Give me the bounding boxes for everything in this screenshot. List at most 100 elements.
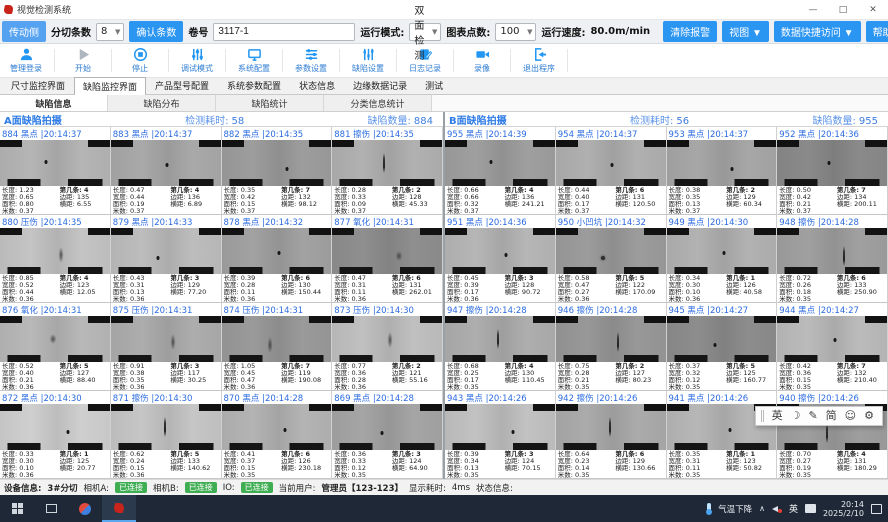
tray-expand-icon[interactable]: ∧ <box>759 504 765 513</box>
subtab-defect-info[interactable]: 缺陷信息 <box>0 95 108 111</box>
defect-cell[interactable]: 874 压伤 |20:14:31长度: 1.05宽度: 0.45面积: 0.47… <box>222 303 333 391</box>
tab-test[interactable]: 测试 <box>416 76 452 94</box>
weather-text[interactable]: 气温下降 <box>718 503 752 515</box>
defect-mark <box>284 428 287 432</box>
admin-login-button[interactable]: 管理登录 <box>0 44 52 77</box>
quick-access-menu-button[interactable]: 数据快捷访问 ▼ <box>774 21 861 42</box>
defect-cell[interactable]: 884 黑点 |20:14:37长度: 1.23宽度: 0.65面积: 0.80… <box>0 127 111 215</box>
defect-settings-button[interactable]: 缺陷设置 <box>342 44 394 77</box>
defect-cell[interactable]: 872 黑点 |20:14:30长度: 0.33宽度: 0.30面积: 0.10… <box>0 391 111 479</box>
drive-side-button[interactable]: 传动侧 <box>2 21 46 42</box>
defect-cell[interactable]: 948 擦伤 |20:14:28长度: 0.72宽度: 0.26面积: 0.18… <box>777 215 888 303</box>
log-record-button[interactable]: 日志记录 <box>399 44 451 77</box>
defect-cell[interactable]: 955 黑点 |20:14:39长度: 0.66宽度: 0.66面积: 0.32… <box>445 127 556 215</box>
tab-size-monitor[interactable]: 尺寸监控界面 <box>2 76 74 94</box>
defect-info: 长度: 0.37宽度: 0.32面积: 0.12米数: 0.35第几条: 5边距… <box>667 362 777 390</box>
tab-edge-data-record[interactable]: 边缘数据记录 <box>344 76 416 94</box>
close-icon[interactable]: ✕ <box>858 1 888 19</box>
defect-image <box>556 316 666 362</box>
speaker-icon[interactable] <box>772 504 782 513</box>
ime-night-mode-icon[interactable]: ☽ <box>791 409 801 423</box>
main-toolbar: 传动侧 分切条数 8 ▼ 确认条数 卷号 运行模式: 双面检测 ▼ 图表点数: … <box>0 20 888 44</box>
defect-cell[interactable]: 947 擦伤 |20:14:28长度: 0.68宽度: 0.25面积: 0.17… <box>445 303 556 391</box>
ime-tray-icon[interactable] <box>805 504 816 513</box>
defect-cell[interactable]: 943 黑点 |20:14:26长度: 0.39宽度: 0.34面积: 0.13… <box>445 391 556 479</box>
confirm-count-button[interactable]: 确认条数 <box>129 21 183 42</box>
tab-system-param-config[interactable]: 系统参数配置 <box>218 76 290 94</box>
defect-cell-header: 942 擦伤 |20:14:26 <box>556 391 666 404</box>
minimize-icon[interactable]: — <box>798 1 828 19</box>
defect-cell[interactable]: 946 擦伤 |20:14:28长度: 0.75宽度: 0.28面积: 0.21… <box>556 303 667 391</box>
notification-center-icon[interactable] <box>871 504 882 514</box>
film-edge-band <box>777 179 887 186</box>
defect-cell[interactable]: 881 擦伤 |20:14:35长度: 0.28宽度: 0.33面积: 0.09… <box>332 127 443 215</box>
defect-cell[interactable]: 880 压伤 |20:14:35长度: 0.85宽度: 0.52面积: 0.44… <box>0 215 111 303</box>
maximize-icon[interactable]: □ <box>828 1 858 19</box>
defect-cell[interactable]: 944 黑点 |20:14:27长度: 0.42宽度: 0.36面积: 0.15… <box>777 303 888 391</box>
parameter-settings-button[interactable]: 参数设置 <box>285 44 337 77</box>
tab-product-model-config[interactable]: 产品型号配置 <box>146 76 218 94</box>
camera-icon <box>475 47 490 62</box>
film-edge-band <box>777 267 887 274</box>
defect-cell[interactable]: 875 压伤 |20:14:31长度: 0.91宽度: 0.38面积: 0.35… <box>111 303 222 391</box>
taskbar-app-browser[interactable] <box>68 495 102 522</box>
defect-cell[interactable]: 945 黑点 |20:14:27长度: 0.37宽度: 0.32面积: 0.12… <box>667 303 778 391</box>
clear-alarm-button[interactable]: 清除报警 <box>663 21 717 42</box>
ime-settings-icon[interactable]: ⚙ <box>864 409 874 423</box>
recording-button[interactable]: 录像 <box>456 44 508 77</box>
slit-count-select[interactable]: 8 ▼ <box>96 23 124 41</box>
debug-mode-button[interactable]: 调试模式 <box>171 44 223 77</box>
ime-drag-handle[interactable] <box>761 410 764 422</box>
start-menu-button[interactable] <box>0 495 34 522</box>
ime-pen-input-icon[interactable]: ✎ <box>808 409 817 423</box>
input-language-indicator[interactable]: 英 <box>789 502 798 515</box>
taskbar-app-inspection[interactable] <box>102 495 136 522</box>
defect-cell[interactable]: 954 黑点 |20:14:37长度: 0.44宽度: 0.40面积: 0.17… <box>556 127 667 215</box>
ime-emoji-icon[interactable]: ☺ <box>845 409 856 423</box>
tab-defect-monitor[interactable]: 缺陷监控界面 <box>74 77 146 95</box>
run-mode-select[interactable]: 双面检测 ▼ <box>409 23 441 41</box>
defect-cell-header: 949 黑点 |20:14:30 <box>667 215 777 228</box>
defect-cell-header: 874 压伤 |20:14:31 <box>222 303 332 316</box>
ime-english-mode[interactable]: 英 <box>772 409 783 423</box>
defect-cell[interactable]: 869 黑点 |20:14:28长度: 0.36宽度: 0.33面积: 0.12… <box>332 391 443 479</box>
defect-image <box>332 404 442 450</box>
system-config-button[interactable]: 系统配置 <box>228 44 280 77</box>
start-button[interactable]: 开始 <box>57 44 109 77</box>
defect-cell[interactable]: 879 黑点 |20:14:33长度: 0.43宽度: 0.31面积: 0.13… <box>111 215 222 303</box>
taskbar-clock[interactable]: 20:14 2025/2/10 <box>823 500 864 518</box>
help-menu-button[interactable]: 帮助 ▼ <box>866 21 888 42</box>
defect-cell[interactable]: 949 黑点 |20:14:30长度: 0.34宽度: 0.30面积: 0.10… <box>667 215 778 303</box>
subtab-class-info-statistics[interactable]: 分类信息统计 <box>324 95 432 111</box>
defect-cell[interactable]: 941 黑点 |20:14:26长度: 0.35宽度: 0.31面积: 0.11… <box>667 391 778 479</box>
title-bar: 视觉检测系统 — □ ✕ <box>0 0 888 20</box>
stop-button[interactable]: 停止 <box>114 44 166 77</box>
defect-cell[interactable]: 878 黑点 |20:14:32长度: 0.39宽度: 0.28面积: 0.11… <box>222 215 333 303</box>
defect-cell-header: 883 黑点 |20:14:37 <box>111 127 221 140</box>
task-view-button[interactable] <box>34 495 68 522</box>
defect-cell[interactable]: 877 氧化 |20:14:31长度: 0.47宽度: 0.31面积: 0.11… <box>332 215 443 303</box>
chart-points-select[interactable]: 100 ▼ <box>495 23 536 41</box>
defect-cell[interactable]: 940 擦伤 |20:14:26长度: 0.70宽度: 0.27面积: 0.19… <box>777 391 888 479</box>
view-menu-button[interactable]: 视图 ▼ <box>722 21 769 42</box>
monitor-icon <box>247 47 262 62</box>
run-mode-value: 双面检测 <box>414 2 424 62</box>
defect-cell[interactable]: 871 擦伤 |20:14:30长度: 0.62宽度: 0.24面积: 0.15… <box>111 391 222 479</box>
defect-cell[interactable]: 882 黑点 |20:14:35长度: 0.35宽度: 0.42面积: 0.15… <box>222 127 333 215</box>
film-edge-band <box>0 228 110 235</box>
defect-cell[interactable]: 953 黑点 |20:14:37长度: 0.38宽度: 0.35面积: 0.13… <box>667 127 778 215</box>
defect-cell[interactable]: 951 黑点 |20:14:36长度: 0.45宽度: 0.39面积: 0.17… <box>445 215 556 303</box>
defect-cell[interactable]: 950 小凹坑 |20:14:32长度: 0.58宽度: 0.47面积: 0.2… <box>556 215 667 303</box>
defect-cell[interactable]: 873 压伤 |20:14:30长度: 0.77宽度: 0.36面积: 0.28… <box>332 303 443 391</box>
subtab-defect-statistics[interactable]: 缺陷统计 <box>216 95 324 111</box>
defect-cell[interactable]: 876 氧化 |20:14:31长度: 0.52宽度: 0.40面积: 0.21… <box>0 303 111 391</box>
defect-cell[interactable]: 952 黑点 |20:14:36长度: 0.50宽度: 0.42面积: 0.21… <box>777 127 888 215</box>
subtab-defect-distribution[interactable]: 缺陷分布 <box>108 95 216 111</box>
ime-simplified-chinese[interactable]: 简 <box>826 409 837 423</box>
tab-status-info[interactable]: 状态信息 <box>290 76 344 94</box>
roll-number-input[interactable] <box>213 23 355 41</box>
defect-cell[interactable]: 942 擦伤 |20:14:26长度: 0.64宽度: 0.23面积: 0.14… <box>556 391 667 479</box>
exit-program-button[interactable]: 退出程序 <box>513 44 565 77</box>
defect-cell[interactable]: 883 黑点 |20:14:37长度: 0.47宽度: 0.44面积: 0.19… <box>111 127 222 215</box>
defect-cell[interactable]: 870 黑点 |20:14:28长度: 0.41宽度: 0.37面积: 0.15… <box>222 391 333 479</box>
